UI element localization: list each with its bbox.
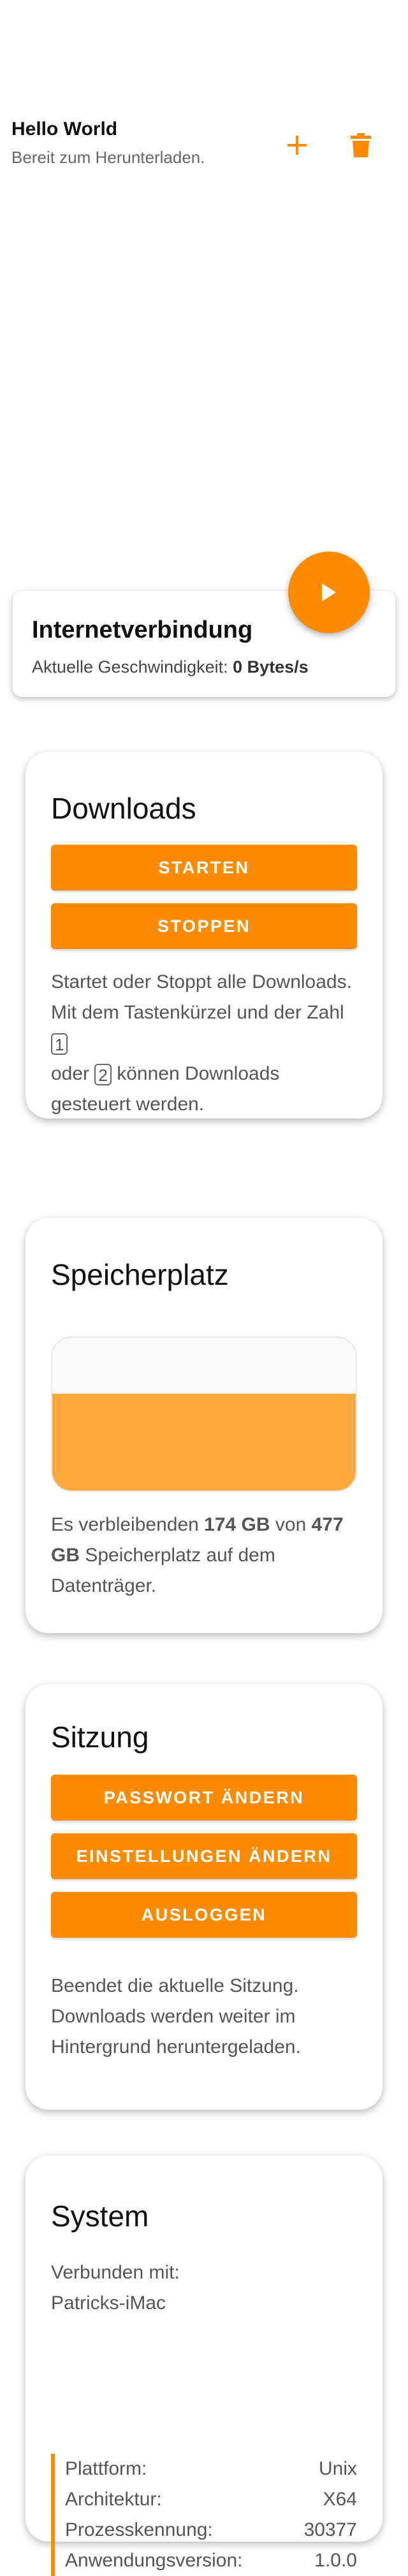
start-button[interactable]: Starten [51,845,357,891]
system-info-row: Plattform: Unix [65,2454,357,2484]
logout-button[interactable]: Ausloggen [51,1892,357,1938]
platform-value: Unix [318,2458,357,2479]
session-card: Sitzung Passwort ändern Einstellungen än… [26,1684,382,2110]
speed-value: 0 Bytes/s [233,657,309,676]
stop-button[interactable]: Stoppen [51,903,357,949]
change-settings-button[interactable]: Einstellungen ändern [51,1833,357,1879]
architecture-label: Architektur: [65,2489,162,2510]
speed-label: Aktuelle Geschwindigkeit: [32,657,233,676]
system-info-row: Prozesskennung: 30377 [65,2515,357,2545]
storage-gauge-fill [52,1393,356,1491]
storage-card: Speicherplatz Es verbleibenden 174 GB vo… [26,1218,382,1633]
add-download-button[interactable] [279,127,315,163]
download-title: Hello World [11,118,118,140]
storage-gauge [51,1336,357,1492]
download-status: Bereit zum Herunterladen. [11,148,205,167]
system-card: System Verbunden mit: Patricks-iMac Plat… [26,2156,382,2576]
storage-free: 174 GB [204,1514,270,1535]
downloads-description: Startet oder Stoppt alle Downloads. Mit … [51,967,357,1120]
trash-icon [351,133,371,157]
connection-speed: Aktuelle Geschwindigkeit: 0 Bytes/s [32,657,309,677]
app-version-label: Anwendungsversion: [65,2550,243,2571]
downloads-title: Downloads [51,792,196,825]
downloads-card: Downloads Starten Stoppen Startet oder S… [26,752,382,1119]
delete-download-button[interactable] [343,127,379,163]
plus-icon [288,136,307,155]
play-icon [322,583,336,601]
session-title: Sitzung [51,1721,149,1754]
downloads-text-1: Startet oder Stoppt alle Downloads. Mit … [51,971,352,1023]
system-title: System [51,2200,149,2233]
storage-title: Speicherplatz [51,1258,229,1291]
storage-text-3: Speicherplatz auf dem Datenträger. [51,1545,275,1596]
architecture-value: X64 [323,2489,357,2510]
host-name: Patricks-iMac [51,2293,166,2314]
downloads-text-2: oder [51,1063,90,1084]
system-info-row: Anwendungsversion: 1.0.0 [65,2545,357,2576]
connection-title: Internetverbindung [32,617,253,643]
process-id-value: 30377 [303,2519,357,2540]
session-description: Beendet die aktuelle Sitzung. Downloads … [51,1975,301,2057]
storage-text-1: Es verbleibenden [51,1514,205,1535]
play-button[interactable] [288,552,370,633]
system-info-row: Architektur: X64 [65,2484,357,2515]
download-item: Hello World Bereit zum Herunterladen. [11,115,397,172]
storage-text-2: von [270,1514,312,1535]
connected-label: Verbunden mit: [51,2262,180,2283]
platform-label: Plattform: [65,2458,147,2479]
key-1-badge: 1 [51,1033,68,1055]
change-password-button[interactable]: Passwort ändern [51,1775,357,1821]
app-version-value: 1.0.0 [314,2550,357,2571]
system-info-list: Plattform: Unix Architektur: X64 Prozesske… [51,2454,357,2576]
storage-description: Es verbleibenden 174 GB von 477 GB Speic… [51,1510,357,1601]
key-2-badge: 2 [94,1064,112,1086]
system-connection: Verbunden mit: Patricks-iMac [51,2258,357,2319]
process-id-label: Prozesskennung: [65,2519,213,2540]
